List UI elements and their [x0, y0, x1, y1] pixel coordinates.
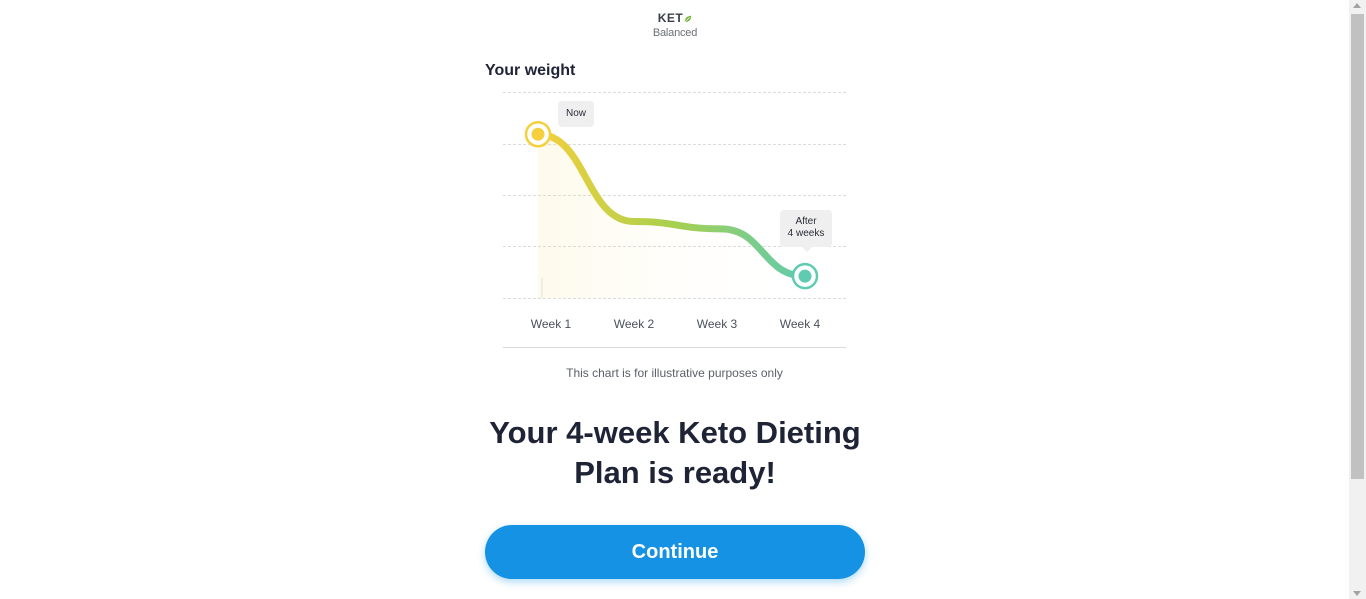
page: KET Balanced Your weight Week 1 Week 2 Wee…: [0, 0, 1349, 599]
start-point-marker: [524, 120, 552, 148]
chart-title: Your weight: [485, 62, 576, 79]
end-point-marker: [791, 262, 819, 290]
x-axis-tick-label: Week 2: [613, 317, 655, 331]
scrollbar-thumb[interactable]: [1351, 14, 1364, 479]
keto-balanced-logo: KET Balanced: [640, 9, 710, 40]
after-label-bubble: After 4 weeks: [780, 210, 832, 252]
leaf-icon: [684, 15, 692, 22]
x-axis-tick-label: Week 3: [696, 317, 738, 331]
continue-button[interactable]: Continue: [485, 525, 865, 579]
scroll-down-arrow-icon[interactable]: [1353, 591, 1361, 596]
logo-bottom-text: Balanced: [652, 27, 698, 39]
now-label-bubble: Now: [558, 101, 594, 127]
chart-disclaimer: This chart is for illustrative purposes …: [566, 366, 783, 380]
x-axis-tick-label: Week 1: [530, 317, 572, 331]
vertical-scrollbar[interactable]: [1349, 0, 1366, 599]
after-label-line2: 4 weeks: [787, 228, 825, 239]
x-axis-tick-label: Week 4: [779, 317, 821, 331]
after-label-line1: After: [795, 216, 817, 227]
scroll-up-arrow-icon[interactable]: [1353, 3, 1361, 8]
logo-top-text: KET: [657, 11, 684, 25]
plan-ready-headline: Your 4-week Keto Dieting Plan is ready!: [489, 415, 861, 490]
